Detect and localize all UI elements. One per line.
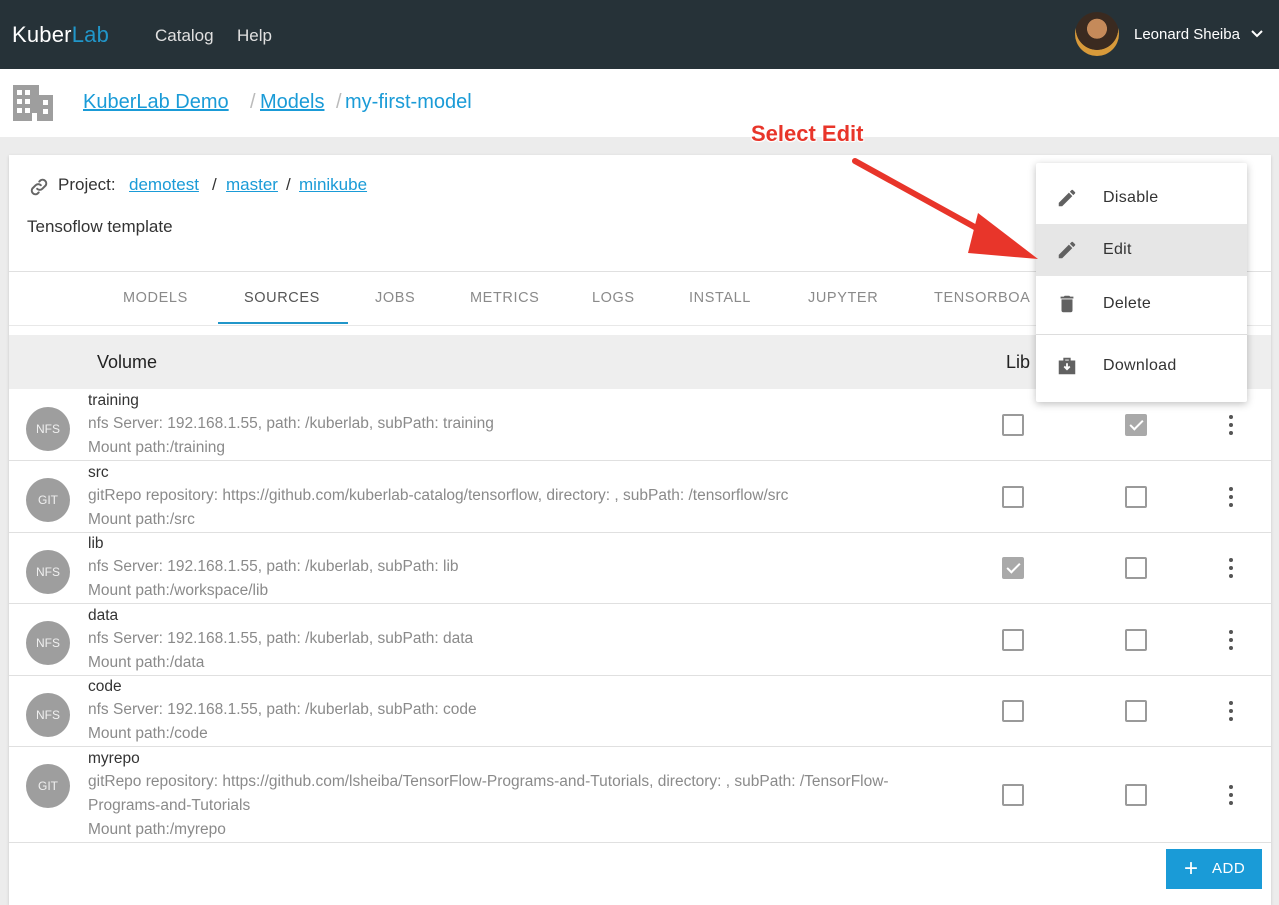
column-header-volume: Volume	[97, 352, 158, 372]
table-row: GIT myrepo gitRepo repository: https://g…	[9, 747, 1271, 843]
volume-mount-path: Mount path:/data	[88, 654, 205, 671]
tab-logs[interactable]: LOGS	[592, 290, 635, 306]
kebab-icon[interactable]	[1221, 699, 1241, 723]
project-branch-link[interactable]: master	[226, 175, 278, 195]
tab-models[interactable]: MODELS	[123, 290, 188, 306]
lib-checkbox[interactable]	[1002, 784, 1024, 806]
pencil-icon	[1058, 241, 1076, 259]
option-checkbox[interactable]	[1125, 784, 1147, 806]
menu-label: Disable	[1103, 189, 1159, 206]
project-separator: /	[286, 175, 291, 194]
lib-checkbox[interactable]	[1002, 414, 1024, 436]
volume-name: code	[88, 678, 122, 695]
table-row: NFS lib nfs Server: 192.168.1.55, path: …	[9, 533, 1271, 604]
menu-label: Delete	[1103, 295, 1152, 312]
annotation-label: Select Edit	[751, 121, 864, 146]
volume-name: src	[88, 464, 109, 481]
kebab-icon[interactable]	[1221, 628, 1241, 652]
option-checkbox[interactable]	[1125, 414, 1147, 436]
volume-name: training	[88, 392, 139, 409]
breadcrumb-separator: /	[336, 91, 342, 113]
tab-install[interactable]: INSTALL	[689, 290, 751, 306]
tab-jupyter[interactable]: JUPYTER	[808, 290, 878, 306]
project-cluster-link[interactable]: minikube	[299, 175, 367, 195]
kebab-icon[interactable]	[1221, 485, 1241, 509]
trash-icon	[1060, 295, 1074, 313]
volume-description: nfs Server: 192.168.1.55, path: /kuberla…	[88, 415, 494, 432]
volume-description: nfs Server: 192.168.1.55, path: /kuberla…	[88, 630, 474, 647]
app-logo[interactable]: KuberLab	[12, 22, 109, 48]
annotation-arrow-icon	[852, 158, 1038, 259]
menu-label: Download	[1103, 357, 1177, 374]
volume-type-avatar: NFS	[26, 693, 70, 737]
volume-mount-path: Mount path:/training	[88, 439, 226, 456]
column-header-lib: Lib	[1006, 352, 1031, 372]
plus-icon: +	[1184, 855, 1199, 882]
link-icon	[30, 178, 48, 196]
menu-item-edit[interactable]: Edit	[1036, 224, 1247, 276]
nav-help[interactable]: Help	[237, 26, 272, 46]
option-checkbox[interactable]	[1125, 700, 1147, 722]
nav-catalog[interactable]: Catalog	[155, 26, 214, 46]
volume-type-avatar: GIT	[26, 478, 70, 522]
volume-description: nfs Server: 192.168.1.55, path: /kuberla…	[88, 701, 477, 718]
project-separator: /	[212, 175, 217, 194]
breadcrumb-models[interactable]: Models	[260, 91, 324, 114]
breadcrumb-separator: /	[250, 91, 256, 113]
breadcrumb-org[interactable]: KuberLab Demo	[83, 91, 229, 114]
table-row: NFS data nfs Server: 192.168.1.55, path:…	[9, 604, 1271, 676]
option-checkbox[interactable]	[1125, 486, 1147, 508]
volume-type-avatar: NFS	[26, 550, 70, 594]
volume-description: nfs Server: 192.168.1.55, path: /kuberla…	[88, 558, 459, 575]
kebab-icon[interactable]	[1221, 556, 1241, 580]
breadcrumb-current: my-first-model	[345, 91, 472, 113]
kebab-icon[interactable]	[1221, 413, 1241, 437]
pencil-icon	[1058, 189, 1076, 207]
volume-type-avatar: GIT	[26, 764, 70, 808]
active-tab-indicator	[218, 322, 348, 324]
tab-jobs[interactable]: JOBS	[375, 290, 415, 306]
volume-name: data	[88, 607, 119, 624]
menu-item-download[interactable]: Download	[1036, 338, 1247, 394]
row-context-menu: Disable Edit Delete Download	[1036, 163, 1247, 402]
volume-mount-path: Mount path:/workspace/lib	[88, 582, 269, 599]
tab-metrics[interactable]: METRICS	[470, 290, 539, 306]
kebab-icon[interactable]	[1221, 783, 1241, 807]
project-label: Project:	[58, 175, 116, 194]
volume-description: gitRepo repository: https://github.com/l…	[88, 773, 889, 814]
lib-checkbox[interactable]	[1002, 700, 1024, 722]
lib-checkbox[interactable]	[1002, 486, 1024, 508]
volume-mount-path: Mount path:/code	[88, 725, 208, 742]
table-row: NFS code nfs Server: 192.168.1.55, path:…	[9, 676, 1271, 747]
volume-type-avatar: NFS	[26, 621, 70, 665]
option-checkbox[interactable]	[1125, 629, 1147, 651]
volume-mount-path: Mount path:/myrepo	[88, 821, 226, 838]
lib-checkbox[interactable]	[1002, 629, 1024, 651]
menu-item-delete[interactable]: Delete	[1036, 276, 1247, 332]
add-button[interactable]: + ADD	[1166, 849, 1262, 889]
user-name[interactable]: Leonard Sheiba	[1134, 26, 1240, 43]
volume-type-avatar: NFS	[26, 407, 70, 451]
table-row: GIT src gitRepo repository: https://gith…	[9, 461, 1271, 533]
lib-checkbox[interactable]	[1002, 557, 1024, 579]
option-checkbox[interactable]	[1125, 557, 1147, 579]
tab-tensorboard[interactable]: TENSORBOA	[934, 290, 1030, 306]
add-button-label: ADD	[1212, 860, 1246, 877]
menu-divider	[1036, 334, 1247, 335]
user-avatar[interactable]	[1075, 12, 1119, 56]
volume-name: myrepo	[88, 750, 140, 767]
download-icon	[1058, 357, 1076, 375]
volume-description: gitRepo repository: https://github.com/k…	[88, 487, 789, 504]
building-icon	[13, 85, 53, 121]
volume-name: lib	[88, 535, 104, 552]
project-repo-link[interactable]: demotest	[129, 175, 199, 195]
volume-mount-path: Mount path:/src	[88, 511, 195, 528]
tab-sources[interactable]: SOURCES	[244, 290, 320, 306]
menu-item-disable[interactable]: Disable	[1036, 172, 1247, 224]
template-name: Tensoflow template	[27, 217, 173, 236]
chevron-down-icon[interactable]	[1250, 27, 1264, 41]
menu-label: Edit	[1103, 241, 1132, 258]
